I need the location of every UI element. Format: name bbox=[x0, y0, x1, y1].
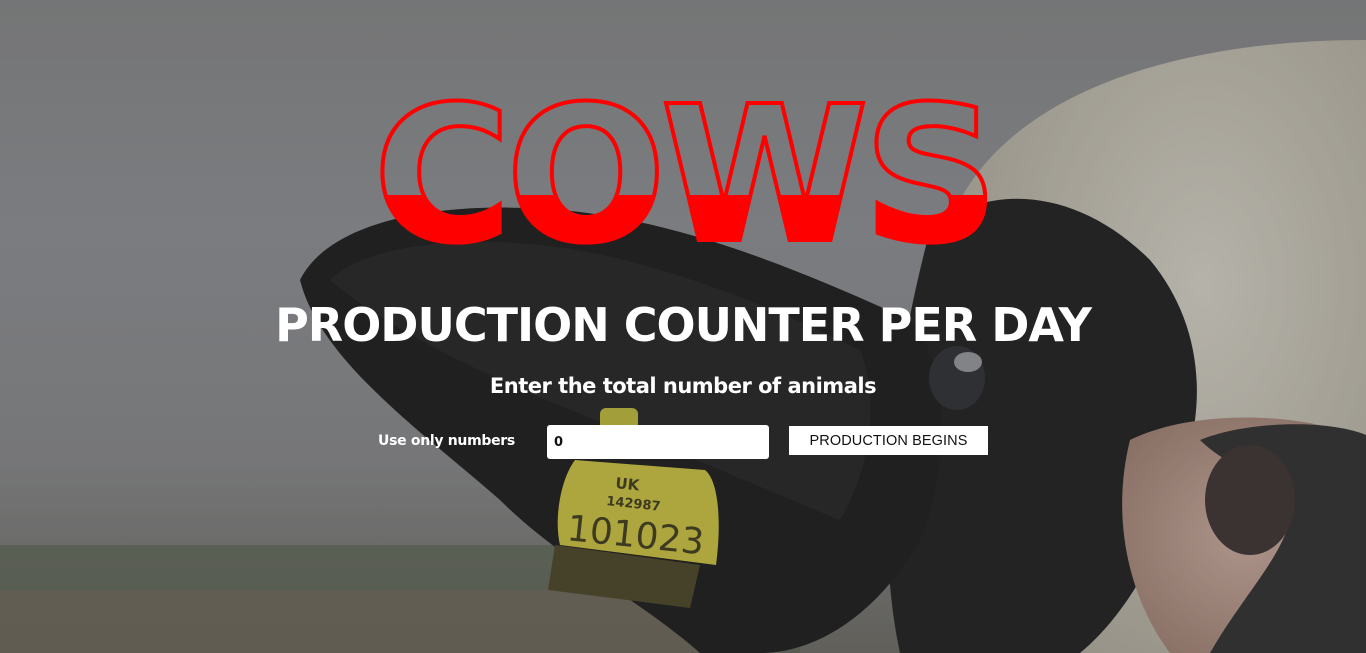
animals-count-input[interactable] bbox=[547, 425, 769, 459]
logo-text: COWS bbox=[373, 96, 993, 246]
input-hint-label: Use only numbers bbox=[378, 433, 515, 449]
page-subtitle: Enter the total number of animals bbox=[489, 374, 877, 398]
cows-logo: COWS bbox=[371, 96, 996, 246]
hero: COWS PRODUCTION COUNTER PER DAY Enter th… bbox=[0, 0, 1366, 653]
page-title: PRODUCTION COUNTER PER DAY bbox=[275, 298, 1092, 352]
production-begins-button[interactable]: PRODUCTION BEGINS bbox=[789, 426, 988, 455]
